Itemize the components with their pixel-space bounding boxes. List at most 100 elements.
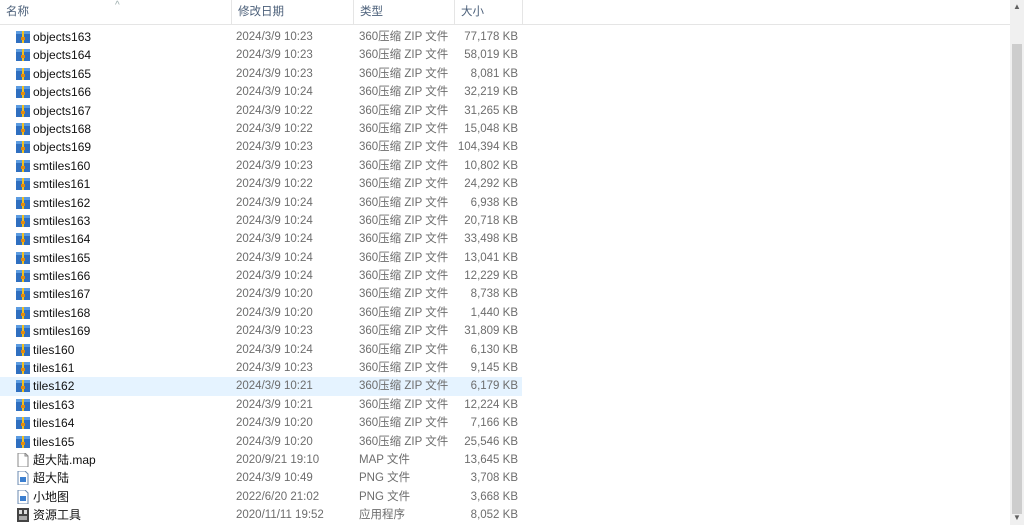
file-row[interactable]: smtiles160 2024/3/9 10:23 360压缩 ZIP 文件 10,8… [0, 157, 1010, 175]
file-row[interactable]: tiles162 2024/3/9 10:21 360压缩 ZIP 文件 6,179 … [0, 377, 522, 396]
file-date: 2024/3/9 10:20 [236, 306, 313, 319]
file-row[interactable]: objects167 2024/3/9 10:22 360压缩 ZIP 文件 31,2… [0, 102, 1010, 120]
file-row[interactable]: smtiles166 2024/3/9 10:24 360压缩 ZIP 文件 12,2… [0, 267, 1010, 285]
file-size: 33,498 KB [464, 233, 518, 246]
file-date: 2024/3/9 10:24 [236, 270, 313, 283]
file-date: 2024/3/9 10:22 [236, 122, 313, 135]
file-type: 360压缩 ZIP 文件 [359, 306, 449, 319]
file-row[interactable]: smtiles165 2024/3/9 10:24 360压缩 ZIP 文件 13,0… [0, 249, 1010, 267]
file-size: 77,178 KB [464, 31, 518, 43]
file-row[interactable]: smtiles167 2024/3/9 10:20 360压缩 ZIP 文件 8,73… [0, 285, 1010, 303]
file-date: 2024/3/9 10:22 [236, 104, 313, 117]
file-row[interactable]: 资源工具 2020/11/11 19:52 应用程序 8,052 KB [0, 506, 1010, 524]
file-name: tiles164 [33, 416, 75, 431]
file-type: 360压缩 ZIP 文件 [359, 86, 449, 99]
column-header-type[interactable]: 类型 [354, 0, 455, 24]
file-row[interactable]: tiles161 2024/3/9 10:23 360压缩 ZIP 文件 9,145 … [0, 359, 1010, 377]
file-type: 360压缩 ZIP 文件 [359, 417, 449, 430]
file-name: 超大陆 [33, 471, 70, 486]
file-row[interactable]: objects164 2024/3/9 10:23 360压缩 ZIP 文件 58,0… [0, 46, 1010, 64]
file-date: 2024/3/9 10:24 [236, 233, 313, 246]
file-date: 2020/11/11 19:52 [236, 509, 324, 522]
file-name: objects164 [33, 48, 92, 63]
file-size: 24,292 KB [464, 178, 518, 191]
file-name: smtiles165 [33, 250, 91, 265]
file-size: 104,394 KB [457, 141, 518, 154]
file-date: 2024/3/9 10:23 [236, 141, 313, 154]
file-date: 2024/3/9 10:22 [236, 178, 313, 191]
file-type: 360压缩 ZIP 文件 [359, 270, 449, 283]
file-date: 2024/3/9 10:24 [236, 343, 313, 356]
file-size: 12,224 KB [464, 398, 518, 411]
file-type: 360压缩 ZIP 文件 [359, 159, 449, 172]
column-header-size-label: 大小 [461, 6, 484, 18]
file-date: 2024/3/9 10:24 [236, 251, 313, 264]
file-size: 8,738 KB [470, 288, 518, 301]
column-header-size[interactable]: 大小 [455, 0, 523, 24]
file-type: 360压缩 ZIP 文件 [359, 31, 449, 43]
file-type: 360压缩 ZIP 文件 [359, 67, 449, 80]
file-name: objects163 [33, 30, 92, 44]
file-row[interactable]: objects169 2024/3/9 10:23 360压缩 ZIP 文件 104,… [0, 138, 1010, 156]
scroll-down-arrow-icon[interactable]: ▼ [1010, 511, 1024, 525]
file-row[interactable]: objects168 2024/3/9 10:22 360压缩 ZIP 文件 15,0… [0, 120, 1010, 138]
file-list: objects163 2024/3/9 10:23 360压缩 ZIP 文件 77,1… [0, 28, 1010, 525]
file-size: 8,052 KB [470, 509, 518, 522]
file-date: 2024/3/9 10:24 [236, 196, 313, 209]
file-size: 1,440 KB [470, 306, 518, 319]
file-type: PNG 文件 [359, 490, 411, 503]
scroll-thumb[interactable] [1012, 44, 1022, 514]
file-row[interactable]: tiles163 2024/3/9 10:21 360压缩 ZIP 文件 12,224… [0, 396, 1010, 414]
file-size: 13,041 KB [464, 251, 518, 264]
sort-ascending-icon: ^ [115, 0, 120, 11]
file-row[interactable]: 小地图 2022/6/20 21:02 PNG 文件 3,668 KB [0, 488, 1010, 506]
file-name: 小地图 [33, 489, 70, 504]
file-row[interactable]: tiles165 2024/3/9 10:20 360压缩 ZIP 文件 25,546… [0, 433, 1010, 451]
scroll-up-arrow-icon[interactable]: ▲ [1010, 0, 1024, 14]
file-size: 13,645 KB [464, 453, 518, 466]
file-row[interactable]: tiles164 2024/3/9 10:20 360压缩 ZIP 文件 7,166 … [0, 414, 1010, 432]
file-name: smtiles160 [33, 158, 91, 173]
file-name: tiles162 [33, 379, 75, 394]
file-row[interactable]: objects163 2024/3/9 10:23 360压缩 ZIP 文件 77,1… [0, 28, 1010, 46]
file-size: 32,219 KB [464, 86, 518, 99]
file-date: 2024/3/9 10:23 [236, 325, 313, 338]
file-type: 360压缩 ZIP 文件 [359, 122, 449, 135]
file-date: 2024/3/9 10:21 [236, 398, 313, 411]
file-row[interactable]: tiles160 2024/3/9 10:24 360压缩 ZIP 文件 6,130 … [0, 341, 1010, 359]
file-row[interactable]: smtiles168 2024/3/9 10:20 360压缩 ZIP 文件 1,44… [0, 304, 1010, 322]
file-name: objects167 [33, 103, 92, 118]
column-header-name[interactable]: 名称 ^ [0, 0, 232, 24]
file-date: 2024/3/9 10:20 [236, 417, 313, 430]
file-name: objects169 [33, 140, 92, 155]
file-row[interactable]: 超大陆.map 2020/9/21 19:10 MAP 文件 13,645 KB [0, 451, 1010, 469]
file-date: 2024/3/9 10:20 [236, 288, 313, 301]
column-header-date[interactable]: 修改日期 [232, 0, 354, 24]
file-name: objects168 [33, 121, 92, 136]
file-row[interactable]: smtiles162 2024/3/9 10:24 360压缩 ZIP 文件 6,93… [0, 194, 1010, 212]
file-name: smtiles167 [33, 287, 91, 302]
file-size: 31,265 KB [464, 104, 518, 117]
file-row[interactable]: objects165 2024/3/9 10:23 360压缩 ZIP 文件 8,08… [0, 65, 1010, 83]
file-size: 58,019 KB [464, 49, 518, 62]
column-header-date-label: 修改日期 [238, 6, 284, 18]
file-name: 超大陆.map [33, 452, 96, 467]
file-size: 6,938 KB [470, 196, 518, 209]
file-row[interactable]: smtiles163 2024/3/9 10:24 360压缩 ZIP 文件 20,7… [0, 212, 1010, 230]
file-row[interactable]: 超大陆 2024/3/9 10:49 PNG 文件 3,708 KB [0, 469, 1010, 487]
file-row[interactable]: smtiles164 2024/3/9 10:24 360压缩 ZIP 文件 33,4… [0, 230, 1010, 248]
file-name: smtiles168 [33, 305, 91, 320]
file-size: 12,229 KB [464, 270, 518, 283]
file-type: MAP 文件 [359, 453, 410, 466]
file-type: 360压缩 ZIP 文件 [359, 362, 449, 375]
file-name: tiles160 [33, 342, 75, 357]
file-row[interactable]: smtiles161 2024/3/9 10:22 360压缩 ZIP 文件 24,2… [0, 175, 1010, 193]
column-header-bar: 名称 ^ 修改日期 类型 大小 [0, 0, 1010, 25]
column-header-name-label: 名称 [6, 6, 29, 18]
file-row[interactable]: objects166 2024/3/9 10:24 360压缩 ZIP 文件 32,2… [0, 83, 1010, 101]
file-date: 2024/3/9 10:24 [236, 86, 313, 99]
file-row[interactable]: smtiles169 2024/3/9 10:23 360压缩 ZIP 文件 31,8… [0, 322, 1010, 340]
vertical-scrollbar[interactable]: ▲ ▼ [1010, 0, 1024, 525]
file-type: 360压缩 ZIP 文件 [359, 178, 449, 191]
file-date: 2024/3/9 10:23 [236, 159, 313, 172]
